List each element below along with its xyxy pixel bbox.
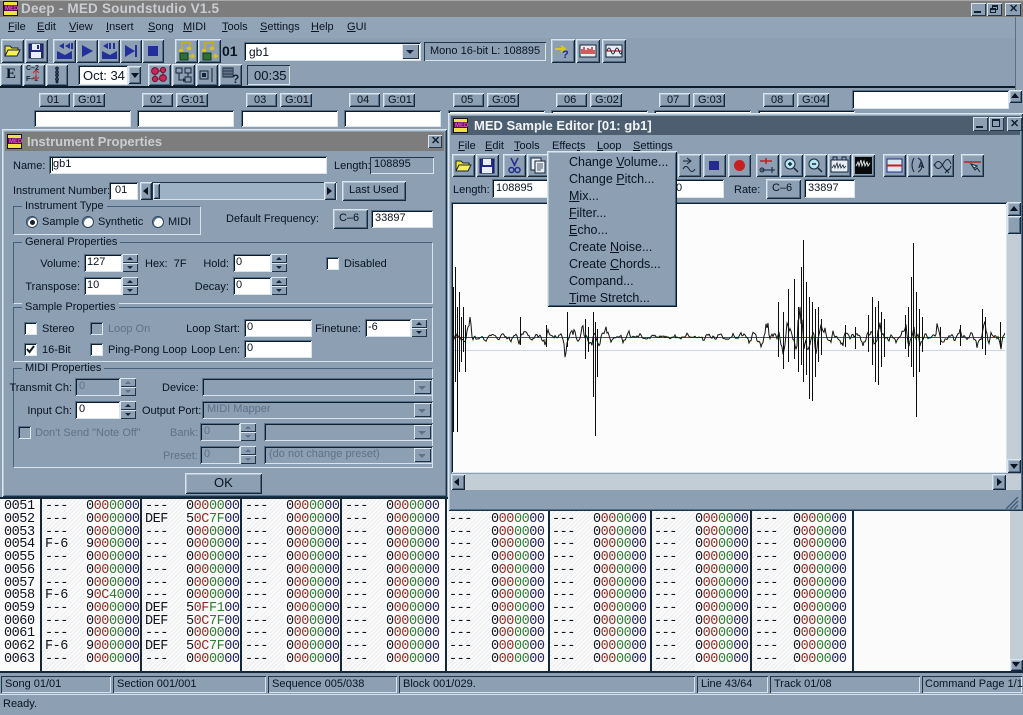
svg-text:A: A (918, 160, 925, 170)
svg-text:?: ? (232, 72, 239, 84)
svg-text:?: ? (562, 49, 569, 60)
